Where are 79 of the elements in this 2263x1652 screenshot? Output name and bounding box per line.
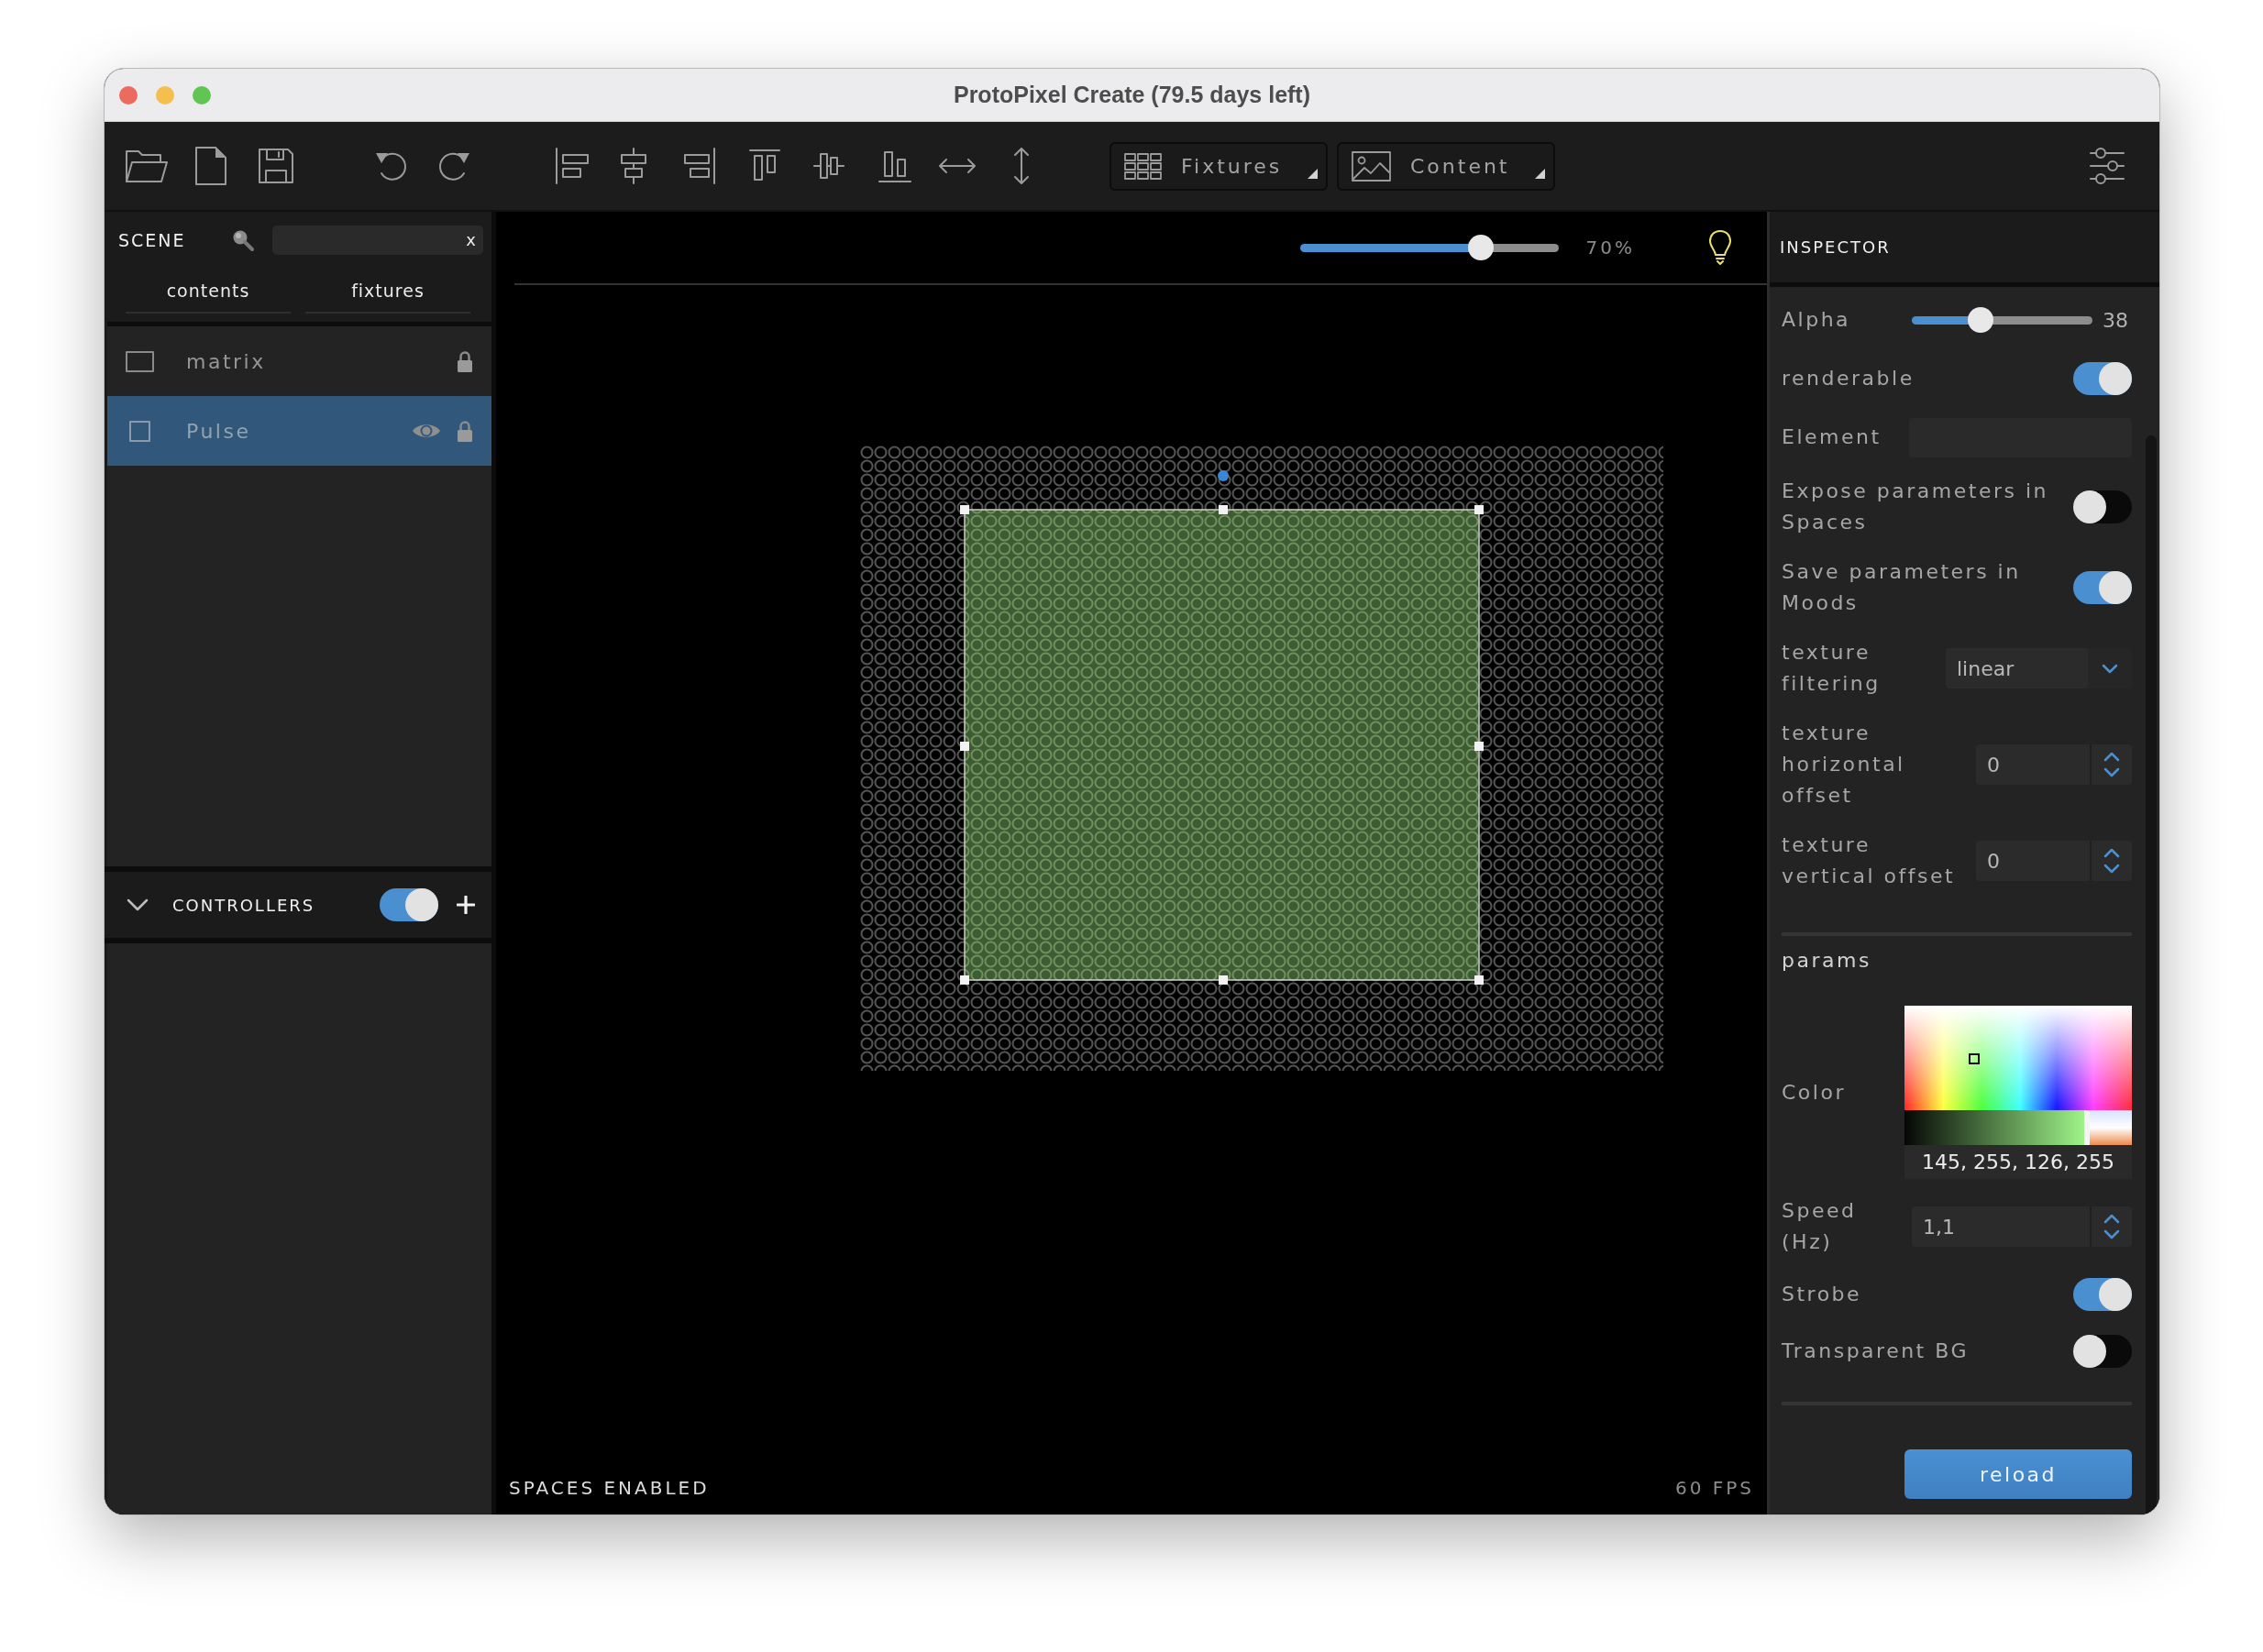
list-item[interactable]: matrix [107,326,491,396]
resize-handle[interactable] [1219,505,1228,514]
field-label: Alpha [1782,307,1852,333]
clear-button[interactable]: x [466,232,476,248]
window-close-icon[interactable] [119,86,138,105]
settings-sliders-icon[interactable] [2090,147,2125,185]
brightness-bar[interactable] [1904,1110,2132,1145]
status-text: SPACES ENABLED [509,1476,710,1501]
slider-thumb[interactable] [1967,306,1993,333]
field-label: Save parameters in Moods [1782,559,2022,616]
image-icon [1352,150,1391,182]
lock-icon[interactable] [457,420,473,442]
save-icon[interactable] [258,148,294,184]
toggle-switch[interactable] [2073,1335,2132,1368]
light-bulb-icon[interactable] [1708,229,1732,266]
section-title: params [1782,948,1872,974]
chevron-down-icon[interactable] [127,898,149,911]
grid-icon [1124,152,1162,180]
resize-handle[interactable] [960,505,969,514]
toggle-switch[interactable] [2073,571,2132,604]
field-label: Speed (Hz) [1782,1198,1858,1255]
slider-thumb[interactable] [1467,234,1494,260]
field-label: Transparent BG [1782,1338,1970,1364]
resize-handle[interactable] [1474,505,1484,514]
stepper-icon[interactable] [2103,1213,2120,1240]
align-left-icon[interactable] [555,148,590,184]
field-label: Strobe [1782,1282,1863,1307]
toggle-switch[interactable] [2073,1278,2132,1311]
caret-icon [1308,168,1318,179]
slider-reading: 38 [2103,307,2129,334]
plus-icon[interactable] [457,896,475,914]
scrollbar[interactable] [2146,435,2157,1514]
color-value: 145, 255, 126, 255 [1904,1145,2132,1179]
resize-handle[interactable] [960,975,969,985]
section-title: CONTROLLERS [172,894,315,917]
vertical-arrow-icon[interactable] [1011,147,1032,185]
resize-handle[interactable] [960,742,969,751]
square-icon [129,420,150,442]
picker-marker-icon[interactable] [1969,1053,1980,1064]
toggle-switch[interactable] [2073,362,2132,395]
dropdown-button[interactable]: Fixtures [1109,141,1328,191]
field-label: texture horizontal offset [1782,721,1906,809]
number-field[interactable]: 1,1 [1912,1206,2132,1247]
field-label: Element [1782,424,1882,450]
zoom-reading: 70% [1585,236,1635,260]
color-spectrum[interactable] [1904,1006,2132,1110]
search-field[interactable]: x [272,226,483,255]
number-field[interactable]: 0 [1976,744,2132,785]
field-label: renderable [1782,366,1915,391]
dropdown-button[interactable]: Content [1337,141,1555,191]
chevron-down-icon [2102,663,2118,674]
resize-handle[interactable] [1474,975,1484,985]
panel-title: INSPECTOR [1780,237,1891,259]
tab[interactable]: contents [126,270,291,314]
file-icon[interactable] [194,146,227,186]
resize-handle[interactable] [1474,742,1484,751]
number-field[interactable]: 0 [1976,841,2132,881]
fps-counter: 60 FPS [1674,1476,1754,1501]
field-label: Expose parameters in Spaces [1782,479,2049,535]
folder-icon[interactable] [125,148,169,184]
field-label: texture vertical offset [1782,832,1957,889]
dropdown[interactable]: linear [1946,648,2132,688]
stepper-icon[interactable] [2103,847,2120,875]
window-title: ProtoPixel Create (79.5 days left) [953,80,1310,109]
resize-handle[interactable] [1219,975,1228,985]
caret-icon [1535,168,1545,179]
stepper-icon[interactable] [2103,751,2120,778]
lock-icon[interactable] [457,350,473,372]
field-label: texture filtering [1782,640,1882,697]
tab[interactable]: fixtures [305,270,470,314]
panel-title: SCENE [118,228,186,252]
align-center-icon[interactable] [620,148,647,184]
search-icon [232,229,254,251]
rotate-handle[interactable] [1218,470,1229,481]
toggle-switch[interactable] [380,888,438,921]
field-label: Color [1782,1079,1847,1106]
rectangle-icon [126,350,154,372]
toggle-switch[interactable] [2073,490,2132,523]
align-right-icon[interactable] [683,148,716,184]
